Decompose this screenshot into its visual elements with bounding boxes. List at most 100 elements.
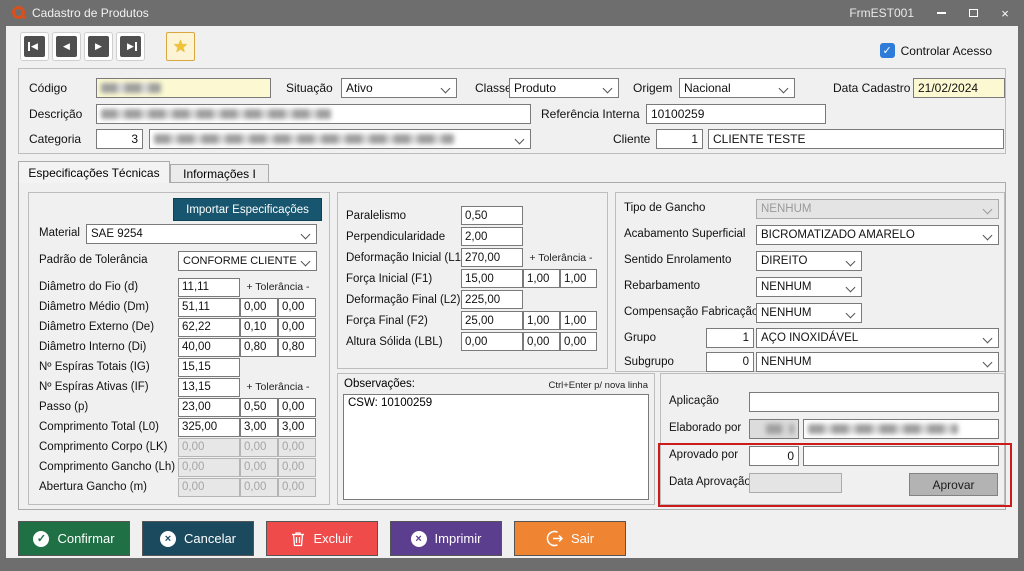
data-cadastro-field[interactable] <box>913 78 1005 98</box>
excluir-button[interactable]: Excluir <box>266 521 378 556</box>
tolerance-minus-input[interactable] <box>278 337 316 357</box>
details-groupbox: Tipo de Gancho NENHUM Acabamento Superfi… <box>615 192 1005 372</box>
categoria-code-field[interactable] <box>96 129 143 149</box>
tolerance-minus-input[interactable] <box>278 397 316 417</box>
origem-select[interactable]: Nacional <box>679 78 795 98</box>
confirmar-button[interactable]: ✓ Confirmar <box>18 521 130 556</box>
spec-value-input[interactable] <box>178 277 240 297</box>
spec-value-input[interactable] <box>461 311 523 330</box>
tolerance-minus-input[interactable] <box>560 332 597 351</box>
controlar-acesso-checkbox[interactable]: ✓ Controlar Acesso <box>879 43 992 58</box>
tab-especificacoes-tecnicas[interactable]: Especificações Técnicas <box>18 161 170 183</box>
acabamento-select[interactable]: BICROMATIZADO AMARELO <box>756 225 999 245</box>
minimize-icon[interactable] <box>932 4 950 22</box>
spec-value-input[interactable] <box>178 337 240 357</box>
imprimir-button[interactable]: × Imprimir <box>390 521 502 556</box>
favorite-button[interactable]: ★ <box>166 32 195 61</box>
aprovado-name-field[interactable] <box>803 446 999 466</box>
tolerance-plus-input[interactable] <box>240 337 278 357</box>
sentido-select[interactable]: DIREITO <box>756 251 862 271</box>
spec-value-input[interactable] <box>461 269 523 288</box>
tolerance-plus-input[interactable] <box>523 269 560 288</box>
tolerance-minus-input[interactable] <box>278 417 316 437</box>
aplicacao-field[interactable] <box>749 392 999 412</box>
maximize-icon[interactable] <box>964 4 982 22</box>
tolerance-header: + Tolerância - <box>246 281 310 293</box>
nav-last-button[interactable]: ▶ <box>116 32 145 61</box>
spec-row: Perpendicularidade <box>346 226 599 247</box>
nav-next-button[interactable]: ▶ <box>84 32 113 61</box>
spec-value-input[interactable] <box>178 357 240 377</box>
spec-row: Abertura Gancho (m) <box>39 477 316 497</box>
spec-value-input <box>178 457 240 477</box>
cancelar-button[interactable]: × Cancelar <box>142 521 254 556</box>
spec-value-input[interactable] <box>178 417 240 437</box>
tolerance-plus-input <box>240 457 278 477</box>
tolerance-plus-input[interactable] <box>240 317 278 337</box>
observacoes-textarea[interactable]: CSW: 10100259 <box>343 394 649 500</box>
rebarbamento-label: Rebarbamento <box>624 280 701 292</box>
aprovado-code-field[interactable] <box>749 446 799 466</box>
dimensions-groupbox: Importar Especificações Material SAE 925… <box>28 192 330 505</box>
material-value: SAE 9254 <box>91 228 143 240</box>
grupo-value: AÇO INOXIDÁVEL <box>761 332 859 344</box>
spec-value-input[interactable] <box>461 290 523 309</box>
tolerance-minus-input[interactable] <box>560 269 597 288</box>
tolerance-plus-input[interactable] <box>240 297 278 317</box>
excluir-label: Excluir <box>313 531 353 546</box>
checkbox-check-icon: ✓ <box>879 43 895 58</box>
compensacao-select[interactable]: NENHUM <box>756 303 862 323</box>
cliente-code-field[interactable] <box>656 129 703 149</box>
chevron-down-icon <box>982 357 993 368</box>
tolerance-plus-input[interactable] <box>240 397 278 417</box>
tab-informacoes-i[interactable]: Informações I <box>170 164 269 183</box>
spec-row: Deformação Final (L2) <box>346 289 599 310</box>
referencia-field[interactable] <box>646 104 826 124</box>
spec-value-input[interactable] <box>461 332 523 351</box>
spec-value-input[interactable] <box>178 397 240 417</box>
nav-prev-button[interactable]: ◀ <box>52 32 81 61</box>
header-groupbox: Código Situação Ativo Classe Produto Ori… <box>18 68 1006 154</box>
tolerance-plus-input[interactable] <box>240 417 278 437</box>
grupo-select[interactable]: AÇO INOXIDÁVEL <box>756 328 999 348</box>
spec-row: Passo (p) <box>39 397 316 417</box>
spec-value-input[interactable] <box>178 377 240 397</box>
redacted-text <box>808 424 958 434</box>
situacao-value: Ativo <box>346 81 373 95</box>
spec-row-label: Comprimento Gancho (Lh) <box>39 461 176 473</box>
importar-especificacoes-button[interactable]: Importar Especificações <box>173 198 322 221</box>
sair-button[interactable]: Sair <box>514 521 626 556</box>
subgrupo-code-field[interactable] <box>706 352 754 372</box>
padrao-tolerancia-select[interactable]: CONFORME CLIENTE <box>178 251 317 271</box>
tolerance-minus-input[interactable] <box>278 297 316 317</box>
spec-row-label: Diâmetro Médio (Dm) <box>39 301 149 313</box>
tolerance-plus-input[interactable] <box>523 332 560 351</box>
grupo-code-field[interactable] <box>706 328 754 348</box>
tolerance-minus-input[interactable] <box>278 317 316 337</box>
rebarbamento-select[interactable]: NENHUM <box>756 277 862 297</box>
spec-value-input[interactable] <box>461 206 523 225</box>
tolerance-plus-input[interactable] <box>523 311 560 330</box>
spec-row-label: Diâmetro do Fio (d) <box>39 281 139 293</box>
material-select[interactable]: SAE 9254 <box>86 224 317 244</box>
spec-row: Força Final (F2) <box>346 310 599 331</box>
classe-select[interactable]: Produto <box>509 78 619 98</box>
acabamento-label: Acabamento Superficial <box>624 228 746 240</box>
categoria-select[interactable] <box>149 129 531 149</box>
spec-value-input[interactable] <box>461 248 523 267</box>
check-circle-icon: ✓ <box>33 530 50 547</box>
sair-label: Sair <box>570 531 595 546</box>
aprovar-button[interactable]: Aprovar <box>909 473 998 496</box>
spec-value-input[interactable] <box>461 227 523 246</box>
descricao-field[interactable] <box>96 104 531 124</box>
close-icon[interactable]: × <box>996 4 1014 22</box>
codigo-field[interactable] <box>96 78 271 98</box>
nav-first-button[interactable]: ◀ <box>20 32 49 61</box>
subgrupo-select[interactable]: NENHUM <box>756 352 999 372</box>
tolerance-minus-input[interactable] <box>560 311 597 330</box>
cliente-name-field[interactable] <box>708 129 1004 149</box>
spec-value-input[interactable] <box>178 297 240 317</box>
spec-value-input[interactable] <box>178 317 240 337</box>
data-aprovacao-field <box>749 473 842 493</box>
situacao-select[interactable]: Ativo <box>341 78 457 98</box>
